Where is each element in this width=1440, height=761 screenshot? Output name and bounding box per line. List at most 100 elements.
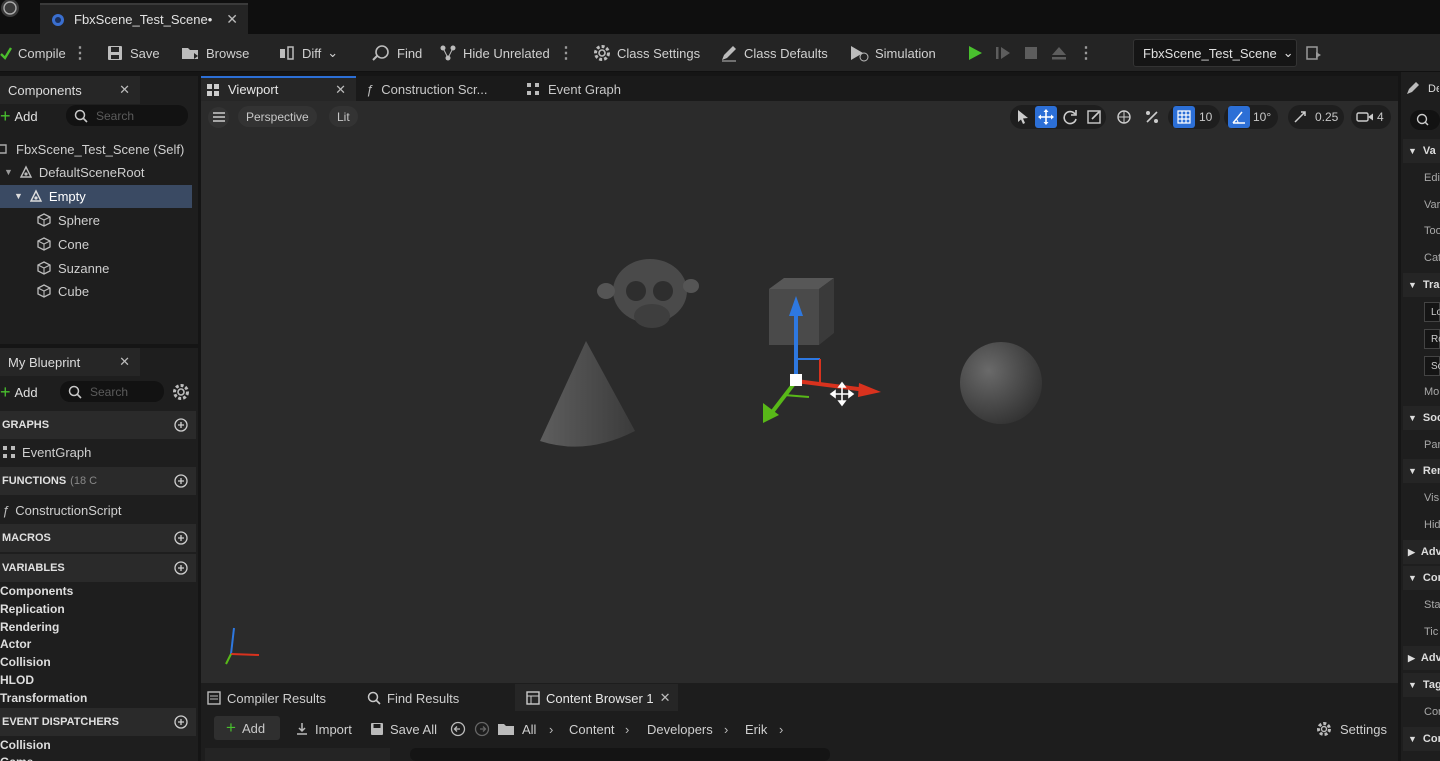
details-search-input[interactable]: [1410, 110, 1440, 130]
tree-item-defaultsceneroot[interactable]: ▼ DefaultSceneRoot: [4, 160, 144, 184]
macros-section-header[interactable]: MACROS: [0, 524, 196, 552]
close-tab-icon[interactable]: ✕: [226, 11, 238, 28]
details-section-transform[interactable]: ▼ Tra: [1403, 273, 1440, 297]
content-add-button[interactable]: + Add: [214, 716, 280, 740]
viewport-menu-button[interactable]: [208, 106, 229, 128]
dispatcher-category[interactable]: Game: [0, 755, 33, 761]
class-settings-button[interactable]: Class Settings: [593, 34, 700, 72]
rotation-field[interactable]: Ro: [1424, 329, 1440, 349]
hide-unrelated-button[interactable]: Hide Unrelated: [439, 34, 550, 72]
content-search-input[interactable]: [410, 748, 830, 761]
perspective-button[interactable]: Perspective: [238, 106, 317, 127]
my-blueprint-tab[interactable]: My Blueprint ✕: [0, 348, 140, 376]
dispatcher-category[interactable]: Collision: [0, 738, 51, 752]
translate-mode-icon[interactable]: [1035, 106, 1057, 128]
my-blueprint-search-input[interactable]: Search: [60, 381, 164, 402]
cube-mesh[interactable]: [769, 278, 834, 345]
tree-item-cone[interactable]: Cone: [36, 232, 89, 256]
compile-button[interactable]: Compile: [0, 34, 66, 72]
add-circle-icon[interactable]: [174, 561, 188, 575]
cone-mesh[interactable]: [540, 341, 635, 447]
diff-button[interactable]: Diff ⌄: [278, 34, 338, 72]
save-all-button[interactable]: Save All: [370, 719, 437, 739]
hide-unrelated-kebab[interactable]: ⋮: [558, 34, 574, 72]
tree-item-cube[interactable]: Cube: [36, 279, 89, 303]
class-defaults-button[interactable]: Class Defaults: [720, 34, 828, 72]
variable-category[interactable]: HLOD: [0, 673, 34, 687]
components-add-button[interactable]: + Add: [0, 106, 38, 126]
tab-construction-script[interactable]: ƒ Construction Scr...: [366, 78, 487, 100]
function-item-constructionscript[interactable]: ƒ ConstructionScript: [2, 498, 121, 522]
variable-category[interactable]: Rendering: [0, 620, 59, 634]
details-section-component[interactable]: ▼ Cor: [1403, 566, 1440, 590]
add-circle-icon[interactable]: [174, 474, 188, 488]
rotation-snap-value[interactable]: 10°: [1253, 106, 1271, 128]
world-local-icon[interactable]: [1116, 106, 1132, 128]
breadcrumb-developers[interactable]: Developers: [647, 719, 713, 739]
scale-field[interactable]: Sc: [1424, 356, 1440, 376]
stop-icon[interactable]: [1022, 44, 1040, 62]
save-button[interactable]: Save: [106, 34, 160, 72]
components-search-input[interactable]: Search: [66, 105, 188, 126]
breadcrumb-content[interactable]: Content: [569, 719, 615, 739]
add-circle-icon[interactable]: [174, 531, 188, 545]
sphere-mesh[interactable]: [960, 342, 1042, 424]
close-tab-icon[interactable]: ✕: [660, 690, 671, 706]
history-back-icon[interactable]: [450, 719, 466, 739]
breadcrumb-erik[interactable]: Erik: [745, 719, 767, 739]
add-circle-icon[interactable]: [174, 418, 188, 432]
play-icon[interactable]: [966, 44, 984, 62]
scale-snap-icon[interactable]: [1293, 106, 1307, 128]
tree-item-empty[interactable]: ▼ Empty: [14, 184, 86, 208]
eject-icon[interactable]: [1050, 44, 1068, 62]
history-forward-icon[interactable]: [474, 719, 490, 739]
document-tab[interactable]: FbxScene_Test_Scene• ✕: [40, 3, 248, 34]
tab-event-graph[interactable]: Event Graph: [526, 78, 621, 100]
functions-section-header[interactable]: FUNCTIONS (18 C: [0, 467, 196, 495]
unreal-logo-icon[interactable]: [0, 0, 28, 24]
breadcrumb-all[interactable]: All: [522, 719, 536, 739]
variable-category[interactable]: Actor: [0, 637, 31, 651]
details-section-cooking[interactable]: ▼ Cor: [1403, 727, 1440, 751]
details-section-variable[interactable]: ▼ Va: [1403, 139, 1440, 163]
find-button[interactable]: Find: [371, 34, 422, 72]
close-tab-icon[interactable]: ✕: [335, 82, 346, 98]
gear-icon[interactable]: [172, 383, 190, 401]
graphs-section-header[interactable]: GRAPHS: [0, 411, 196, 439]
variable-category[interactable]: Collision: [0, 655, 51, 669]
variable-category[interactable]: Transformation: [0, 691, 87, 705]
my-blueprint-add-button[interactable]: + Add: [0, 382, 38, 402]
tab-viewport[interactable]: Viewport ✕: [201, 76, 356, 101]
viewport-scene[interactable]: [201, 101, 1398, 683]
close-tab-icon[interactable]: ✕: [119, 354, 130, 370]
debug-browse-icon[interactable]: [1305, 44, 1323, 62]
folder-icon[interactable]: [497, 719, 515, 739]
simulation-button[interactable]: Simulation: [849, 34, 936, 72]
play-options-kebab[interactable]: ⋮: [1078, 43, 1094, 63]
tab-compiler-results[interactable]: Compiler Results: [207, 687, 326, 709]
grid-snap-icon[interactable]: [1173, 106, 1195, 128]
tab-content-browser[interactable]: Content Browser 1 ✕: [526, 687, 671, 709]
details-section-tags[interactable]: ▼ Tag: [1403, 673, 1440, 697]
rotate-mode-icon[interactable]: [1062, 106, 1078, 128]
variable-category[interactable]: Replication: [0, 602, 65, 616]
scale-snap-value[interactable]: 0.25: [1315, 106, 1338, 128]
import-button[interactable]: Import: [295, 719, 352, 739]
location-field[interactable]: Lo: [1424, 302, 1440, 322]
lit-button[interactable]: Lit: [329, 106, 358, 127]
variable-category[interactable]: Components: [0, 584, 73, 598]
details-section-rendering[interactable]: ▼Ren: [1403, 459, 1440, 483]
graph-item-eventgraph[interactable]: EventGraph: [2, 440, 91, 464]
filter-bar[interactable]: [205, 748, 390, 761]
browse-button[interactable]: Browse: [180, 34, 249, 72]
surface-snap-icon[interactable]: [1144, 106, 1160, 128]
details-section-sockets[interactable]: ▼Soc: [1403, 406, 1440, 430]
scale-mode-icon[interactable]: [1086, 106, 1102, 128]
debug-object-dropdown[interactable]: FbxScene_Test_Scene ⌄: [1133, 39, 1297, 67]
compile-options-kebab[interactable]: ⋮: [72, 34, 88, 72]
event-dispatchers-section-header[interactable]: EVENT DISPATCHERS: [0, 708, 196, 736]
tree-item-suzanne[interactable]: Suzanne: [36, 256, 109, 280]
rotation-snap-icon[interactable]: [1228, 106, 1250, 128]
add-circle-icon[interactable]: [174, 715, 188, 729]
variables-section-header[interactable]: VARIABLES: [0, 554, 196, 582]
